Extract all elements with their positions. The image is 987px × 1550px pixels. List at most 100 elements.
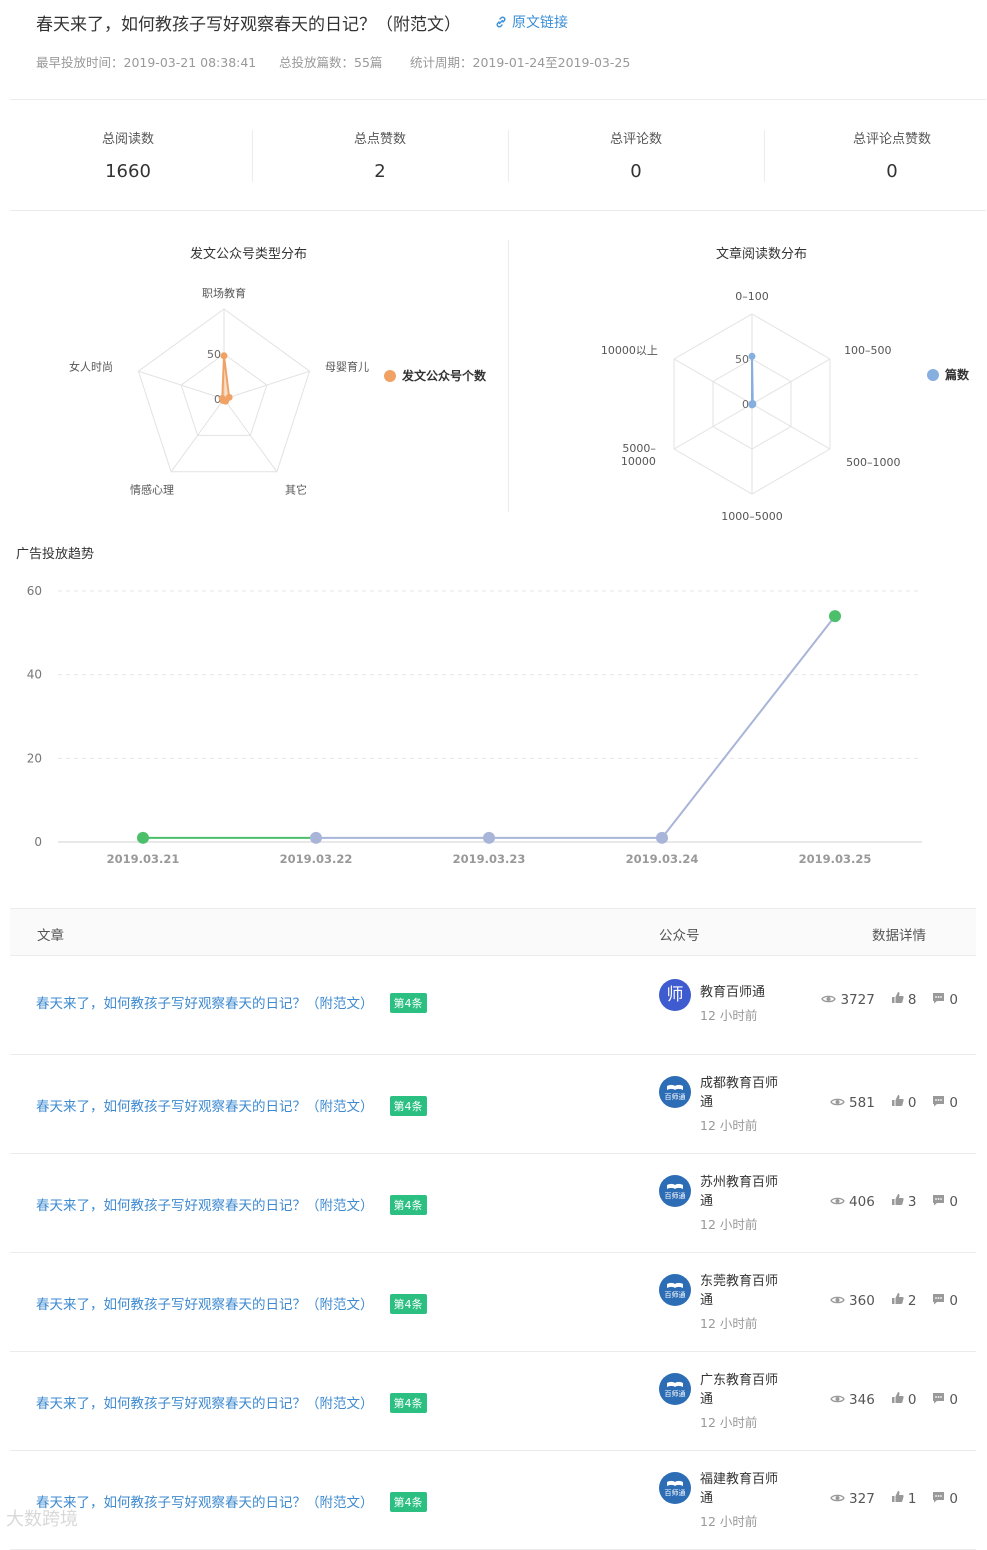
position-badge: 第4条 [389, 1195, 427, 1215]
radar2-chart: 0–100 100–500 500–1000 1000–5000 5000– 10000 1… [601, 290, 970, 520]
thumbs-up-icon [891, 1095, 904, 1111]
account-info: 苏州教育百师通 12 小时前 [700, 1173, 790, 1234]
position-badge: 第4条 [389, 1096, 427, 1116]
account-name[interactable]: 教育百师通 [700, 983, 790, 1002]
trend-line-chart: 0 20 40 60 2019.03.21 2019.03.22 2019.03.23 201… [27, 584, 922, 866]
stat-divider [764, 130, 765, 182]
row-stats: 327 1 0 [814, 1490, 958, 1507]
account-avatar[interactable]: 百师通 [659, 1472, 691, 1504]
x-tick-label: 2019.03.25 [799, 852, 872, 866]
comment-icon [932, 992, 945, 1008]
original-link[interactable]: 原文链接 [494, 12, 568, 32]
avatar-label: 百师通 [664, 1192, 686, 1200]
avatar-label: 百师通 [664, 1390, 686, 1398]
book-icon [667, 1183, 683, 1189]
radar-axis-label: 10000以上 [601, 344, 658, 357]
link-icon [496, 16, 506, 28]
total-posts: 总投放篇数：55篇 [279, 55, 383, 70]
x-tick-label: 2019.03.23 [453, 852, 526, 866]
y-tick-label: 0 [34, 835, 42, 849]
comment-count: 0 [949, 1095, 958, 1111]
article-title: 春天来了，如何教孩子写好观察春天的日记？（附范文） [36, 15, 461, 35]
radar-axis-label: 女人时尚 [69, 359, 113, 373]
radar-axis-label: 其它 [285, 483, 307, 497]
radar-point [748, 352, 756, 360]
view-count: 346 [849, 1392, 875, 1408]
radar-point [220, 352, 228, 360]
stat-divider [252, 130, 253, 182]
article-title-link: 春天来了，如何教孩子写好观察春天的日记？（附范文） [36, 996, 374, 1012]
post-time: 12 小时前 [700, 1316, 758, 1331]
thumbs-up-icon [891, 1194, 904, 1210]
row-stats: 3727 8 0 [805, 991, 958, 1008]
like-count: 8 [907, 992, 917, 1008]
account-avatar[interactable]: 百师通 [659, 1076, 691, 1108]
article-link[interactable]: 春天来了，如何教孩子写好观察春天的日记？（附范文） 第4条 [36, 1095, 427, 1116]
stat-likes: 总点赞数 2 [252, 128, 508, 182]
article-link[interactable]: 春天来了，如何教孩子写好观察春天的日记？（附范文） 第4条 [36, 992, 427, 1013]
eye-icon [830, 1491, 845, 1507]
stat-value: 1660 [105, 161, 151, 182]
comment-icon [932, 1491, 945, 1507]
comment-count: 0 [949, 1194, 958, 1210]
account-avatar[interactable]: 师 [659, 979, 691, 1011]
stat-divider [508, 130, 509, 182]
stat-label: 总评论数 [609, 132, 662, 147]
post-time: 12 小时前 [700, 1118, 758, 1133]
y-tick-label: 40 [27, 668, 42, 682]
data-point [137, 831, 149, 844]
position-badge: 第4条 [389, 1492, 427, 1512]
first-post-time: 最早投放时间：2019-03-21 08:38:41 [36, 55, 257, 70]
thumbs-up-icon [891, 1392, 904, 1408]
account-avatar[interactable]: 百师通 [659, 1373, 691, 1405]
stat-label: 总阅读数 [101, 132, 154, 147]
comment-icon [932, 1194, 945, 1210]
account-avatar[interactable]: 百师通 [659, 1274, 691, 1306]
stat-label: 总点赞数 [353, 132, 406, 147]
position-badge: 第4条 [389, 1393, 427, 1413]
article-link[interactable]: 春天来了，如何教孩子写好观察春天的日记？（附范文） 第4条 [36, 1293, 427, 1314]
account-name[interactable]: 苏州教育百师通 [700, 1173, 790, 1211]
account-name[interactable]: 福建教育百师通 [700, 1470, 790, 1508]
account-name[interactable]: 成都教育百师通 [700, 1074, 790, 1112]
article-link[interactable]: 春天来了，如何教孩子写好观察春天的日记？（附范文） 第4条 [36, 1392, 427, 1413]
stat-value: 0 [630, 161, 642, 182]
article-link[interactable]: 春天来了，如何教孩子写好观察春天的日记？（附范文） 第4条 [36, 1194, 427, 1215]
post-time: 12 小时前 [700, 1415, 758, 1430]
stat-label: 总评论点赞数 [852, 132, 931, 147]
original-link-label: 原文链接 [512, 15, 568, 31]
x-tick-label: 2019.03.24 [626, 852, 699, 866]
eye-icon [830, 1194, 845, 1210]
account-avatar[interactable]: 百师通 [659, 1175, 691, 1207]
like-count: 0 [907, 1392, 917, 1408]
y-tick-label: 60 [27, 584, 42, 598]
account-name[interactable]: 东莞教育百师通 [700, 1272, 790, 1310]
book-icon [667, 1282, 683, 1288]
line-chart-title: 广告投放趋势 [16, 547, 95, 562]
radar-axis-line [223, 370, 310, 400]
radar-axis-label: 情感心理 [130, 484, 174, 497]
row-stats: 360 2 0 [814, 1292, 958, 1309]
col-account: 公众号 [659, 928, 700, 944]
col-details: 数据详情 [872, 928, 926, 944]
table-header: 文章 公众号 数据详情 [10, 908, 976, 956]
comment-icon [932, 1392, 945, 1408]
radar-axis-line [138, 370, 225, 400]
view-count: 581 [849, 1095, 875, 1111]
thumbs-up-icon [891, 1491, 904, 1507]
account-name[interactable]: 广东教育百师通 [700, 1371, 790, 1409]
account-info: 福建教育百师通 12 小时前 [700, 1470, 790, 1531]
legend-label: 发文公众号个数 [401, 368, 487, 383]
radar-tick-label: 50 [207, 348, 221, 361]
article-title-link: 春天来了，如何教孩子写好观察春天的日记？（附范文） [36, 1198, 374, 1214]
comment-icon [932, 1293, 945, 1309]
data-point [656, 831, 668, 844]
data-point [829, 610, 841, 623]
row-stats: 346 0 0 [814, 1391, 958, 1408]
book-icon [667, 1381, 683, 1387]
article-link[interactable]: 春天来了，如何教孩子写好观察春天的日记？（附范文） 第4条 [36, 1491, 427, 1512]
radar-series-area [751, 355, 754, 406]
comment-count: 0 [949, 1293, 958, 1309]
table-row: 春天来了，如何教孩子写好观察春天的日记？（附范文） 第4条 百师通 福建教育百师通 12… [10, 1450, 976, 1550]
table-row: 春天来了，如何教孩子写好观察春天的日记？（附范文） 第4条 百师通 东莞教育百师通 12… [10, 1252, 976, 1352]
